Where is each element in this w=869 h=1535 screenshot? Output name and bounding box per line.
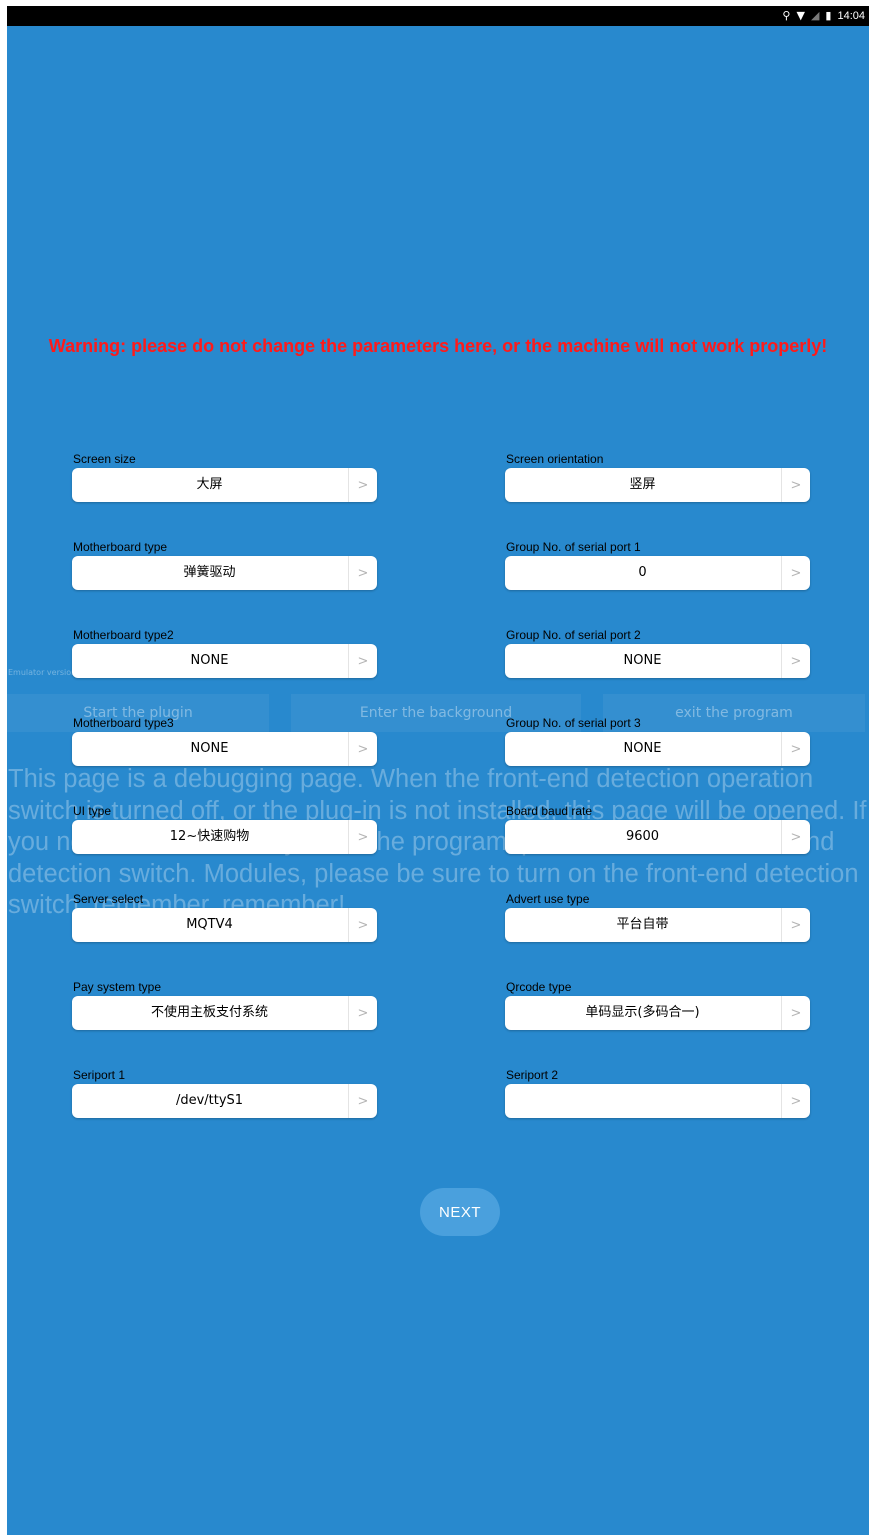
field-label: Motherboard type (73, 540, 168, 554)
ui-type-field: UI type 12~快速购物 > (72, 803, 377, 854)
pay-system-type-field: Pay system type 不使用主板支付系统 > (72, 979, 377, 1030)
chevron-right-icon[interactable]: > (348, 996, 377, 1030)
field-label: Qrcode type (506, 980, 572, 994)
seriport-1-select[interactable]: /dev/ttyS1 > (72, 1084, 377, 1118)
serial-port-3-group-field: Group No. of serial port 3 NONE > (505, 715, 810, 766)
serial-port-2-group-field: Group No. of serial port 2 NONE > (505, 627, 810, 678)
motherboard-type2-field: Motherboard type2 NONE > (72, 627, 377, 678)
field-value: NONE (190, 741, 229, 756)
field-value: 12~快速购物 (169, 829, 250, 844)
field-value: 单码显示(多码合一) (585, 1005, 700, 1020)
field-value: 大屏 (196, 477, 223, 492)
motherboard-type3-select[interactable]: NONE > (72, 732, 377, 766)
server-select[interactable]: MQTV4 > (72, 908, 377, 942)
chevron-right-icon[interactable]: > (781, 908, 810, 942)
field-value: 9600 (625, 829, 660, 844)
chevron-right-icon[interactable]: > (348, 820, 377, 854)
screen-orientation-select[interactable]: 竖屏 > (505, 468, 810, 502)
serial-port-2-group-select[interactable]: NONE > (505, 644, 810, 678)
chevron-right-icon[interactable]: > (348, 732, 377, 766)
serial-port-3-group-select[interactable]: NONE > (505, 732, 810, 766)
field-label: Motherboard type2 (73, 628, 174, 642)
pay-system-type-select[interactable]: 不使用主板支付系统 > (72, 996, 377, 1030)
motherboard-type3-field: Motherboard type3 NONE > (72, 715, 377, 766)
chevron-right-icon[interactable]: > (348, 556, 377, 590)
field-value: 平台自带 (616, 917, 669, 932)
device-screen: ⚲ ▼ ◢ ▮ 14:04 Emulator version Start the… (7, 6, 869, 1535)
field-label: Seriport 2 (506, 1068, 559, 1082)
field-value: 0 (638, 565, 647, 580)
field-value: MQTV4 (186, 917, 233, 932)
ui-type-select[interactable]: 12~快速购物 > (72, 820, 377, 854)
field-value: 不使用主板支付系统 (150, 1005, 268, 1020)
chevron-right-icon[interactable]: > (348, 644, 377, 678)
chevron-right-icon[interactable]: > (781, 820, 810, 854)
advert-use-type-field: Advert use type 平台自带 > (505, 891, 810, 942)
field-label: Seriport 1 (73, 1068, 126, 1082)
chevron-right-icon[interactable]: > (781, 468, 810, 502)
field-label: Pay system type (73, 980, 162, 994)
field-value (505, 1084, 780, 1118)
screen-orientation-field: Screen orientation 竖屏 > (505, 451, 810, 502)
background-debug-layer: Emulator version Start the plugin Enter … (7, 6, 869, 1535)
field-label: UI type (73, 804, 112, 818)
qrcode-type-field: Qrcode type 单码显示(多码合一) > (505, 979, 810, 1030)
field-value: NONE (623, 653, 662, 668)
field-value: NONE (190, 653, 229, 668)
debug-version-label: Emulator version (8, 668, 77, 677)
screen-size-select[interactable]: 大屏 > (72, 468, 377, 502)
field-label: Group No. of serial port 3 (506, 716, 641, 730)
board-baud-rate-select[interactable]: 9600 > (505, 820, 810, 854)
field-label: Group No. of serial port 2 (506, 628, 641, 642)
field-label: Advert use type (506, 892, 590, 906)
board-baud-rate-field: Board baud rate 9600 > (505, 803, 810, 854)
server-select-field: Server select MQTV4 > (72, 891, 377, 942)
seriport-2-field: Seriport 2 > (505, 1067, 810, 1118)
advert-use-type-select[interactable]: 平台自带 > (505, 908, 810, 942)
motherboard-type-select[interactable]: 弹簧驱动 > (72, 556, 377, 590)
chevron-right-icon[interactable]: > (781, 732, 810, 766)
chevron-right-icon[interactable]: > (781, 996, 810, 1030)
field-value: 竖屏 (629, 477, 656, 492)
motherboard-type2-select[interactable]: NONE > (72, 644, 377, 678)
field-value: /dev/ttyS1 (175, 1093, 244, 1108)
field-label: Board baud rate (506, 804, 593, 818)
field-label: Motherboard type3 (73, 716, 174, 730)
chevron-right-icon[interactable]: > (348, 1084, 377, 1118)
chevron-right-icon[interactable]: > (781, 556, 810, 590)
field-label: Server select (73, 892, 144, 906)
field-label: Screen orientation (506, 452, 604, 466)
screen-size-field: Screen size 大屏 > (72, 451, 377, 502)
field-label: Screen size (73, 452, 136, 466)
warning-message: Warning: please do not change the parame… (48, 336, 828, 356)
next-button[interactable]: NEXT (420, 1188, 500, 1236)
chevron-right-icon[interactable]: > (781, 644, 810, 678)
seriport-2-select[interactable]: > (505, 1084, 810, 1118)
chevron-right-icon[interactable]: > (781, 1084, 810, 1118)
field-value: NONE (623, 741, 662, 756)
seriport-1-field: Seriport 1 /dev/ttyS1 > (72, 1067, 377, 1118)
serial-port-1-group-field: Group No. of serial port 1 0 > (505, 539, 810, 590)
serial-port-1-group-select[interactable]: 0 > (505, 556, 810, 590)
chevron-right-icon[interactable]: > (348, 908, 377, 942)
motherboard-type-field: Motherboard type 弹簧驱动 > (72, 539, 377, 590)
field-label: Group No. of serial port 1 (506, 540, 641, 554)
field-value: 弹簧驱动 (183, 565, 236, 580)
qrcode-type-select[interactable]: 单码显示(多码合一) > (505, 996, 810, 1030)
chevron-right-icon[interactable]: > (348, 468, 377, 502)
